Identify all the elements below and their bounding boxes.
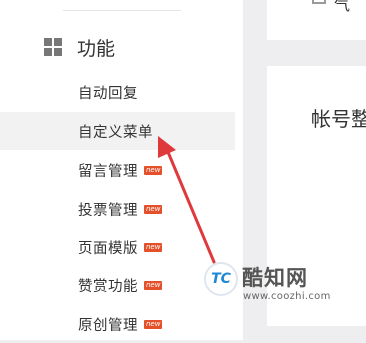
watermark-url: www.coozhi.com	[243, 291, 331, 302]
watermark-logo: TC	[204, 262, 238, 296]
watermark-name: 酷知网	[242, 266, 308, 290]
watermark: TC 酷知网 www.coozhi.com	[198, 258, 366, 310]
